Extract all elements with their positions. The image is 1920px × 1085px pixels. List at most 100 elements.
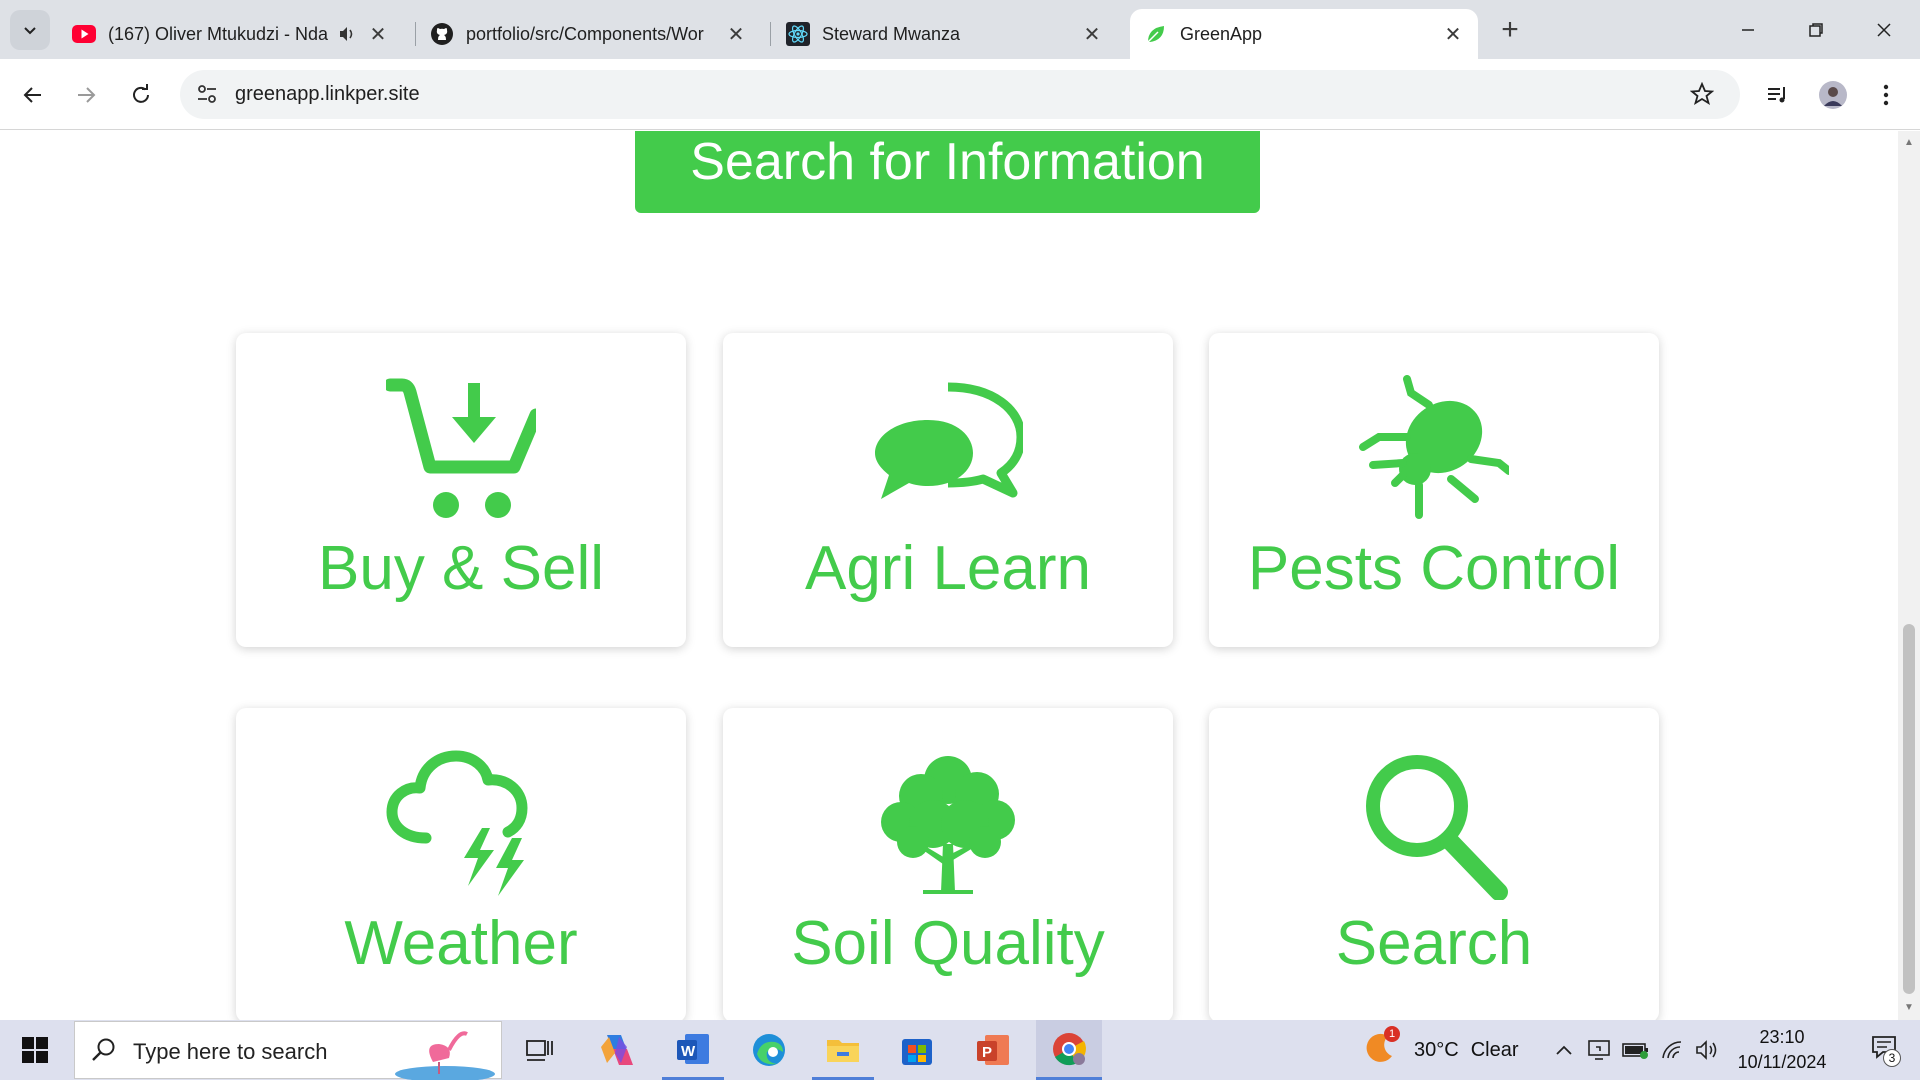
search-for-information-button[interactable]: Search for Information (635, 131, 1260, 213)
restore-button[interactable] (1782, 0, 1850, 59)
card-search[interactable]: Search (1209, 708, 1659, 1020)
tab-strip: (167) Oliver Mtukudzi - Nda ✕ portfolio/… (0, 0, 1920, 59)
display-settings-icon (1588, 1040, 1610, 1060)
tab-greenapp[interactable]: GreenApp ✕ (1130, 9, 1478, 59)
new-tab-button[interactable]: + (1492, 12, 1528, 48)
tab-search-button[interactable] (10, 10, 50, 50)
weather-condition: Clear (1470, 1038, 1519, 1061)
powerpoint-icon: P (977, 1035, 1009, 1065)
card-label: Weather (344, 909, 578, 978)
tree-icon (873, 750, 1023, 900)
card-label: Soil Quality (791, 909, 1105, 978)
chrome-button[interactable] (1036, 1020, 1102, 1080)
address-bar[interactable]: greenapp.linkper.site (180, 70, 1740, 119)
tab-steward[interactable]: Steward Mwanza ✕ (772, 9, 1117, 59)
windows-logo-icon (22, 1037, 48, 1063)
bookmark-star-icon[interactable] (1689, 81, 1715, 111)
close-icon[interactable]: ✕ (1442, 23, 1464, 46)
storm-cloud-icon (386, 750, 536, 900)
clock[interactable]: 23:10 10/11/2024 (1728, 1020, 1836, 1080)
tab-github[interactable]: portfolio/src/Components/Wor ✕ (416, 9, 761, 59)
restore-icon (1809, 22, 1823, 37)
card-label: Buy & Sell (317, 534, 605, 603)
copilot-button[interactable] (586, 1020, 648, 1080)
word-button[interactable]: W (662, 1020, 724, 1080)
card-pests-control[interactable]: Pests Control (1209, 333, 1659, 647)
notification-count-badge: 3 (1883, 1049, 1901, 1067)
bug-icon (1359, 375, 1509, 525)
battery-charging-icon (1622, 1043, 1648, 1059)
tray-app-button[interactable] (1584, 1020, 1614, 1080)
scroll-up-icon[interactable]: ▲ (1903, 137, 1915, 149)
back-button[interactable] (13, 75, 53, 115)
powerpoint-button[interactable]: P (962, 1020, 1024, 1080)
card-buy-sell[interactable]: Buy & Sell (236, 333, 686, 647)
notification-center-button[interactable]: 3 (1856, 1020, 1916, 1080)
close-icon[interactable]: ✕ (1081, 23, 1103, 46)
forward-button[interactable] (66, 75, 106, 115)
cart-download-icon (386, 375, 536, 525)
reload-icon (133, 84, 149, 103)
url-text: greenapp.linkper.site (235, 83, 420, 105)
svg-text:P: P (982, 1044, 992, 1061)
show-hidden-icons-button[interactable] (1550, 1020, 1578, 1080)
tab-title: Steward Mwanza (822, 23, 961, 44)
wifi-icon (1662, 1041, 1682, 1059)
minimize-icon (1742, 28, 1754, 31)
card-soil-quality[interactable]: Soil Quality (723, 708, 1173, 1020)
copilot-icon (601, 1035, 633, 1065)
page-scrollbar[interactable]: ▲ ▼ (1898, 131, 1920, 1020)
youtube-icon (72, 22, 96, 46)
tab-title: portfolio/src/Components/Wor (466, 23, 704, 44)
task-view-button[interactable] (512, 1020, 568, 1080)
card-label: Pests Control (1247, 534, 1621, 603)
chat-bubbles-icon (873, 375, 1023, 525)
close-icon[interactable]: ✕ (367, 23, 389, 46)
flamingo-illustration-icon (393, 1024, 499, 1085)
folder-icon (827, 1039, 859, 1062)
svg-text:W: W (681, 1043, 696, 1060)
chevron-up-icon (1556, 1045, 1572, 1055)
more-vertical-icon (1883, 84, 1889, 106)
speaker-icon[interactable] (335, 22, 359, 46)
close-window-button[interactable] (1850, 0, 1918, 59)
store-icon (902, 1039, 932, 1065)
notification-icon: 3 (1871, 1035, 1901, 1067)
word-icon: W (677, 1033, 709, 1064)
battery-button[interactable] (1620, 1020, 1652, 1080)
moon-weather-icon: 1 (1362, 1026, 1402, 1070)
profile-button[interactable] (1813, 75, 1853, 115)
tab-youtube[interactable]: (167) Oliver Mtukudzi - Nda ✕ (58, 9, 403, 59)
reload-button[interactable] (121, 75, 161, 115)
site-settings-icon[interactable] (196, 83, 218, 110)
card-weather[interactable]: Weather (236, 708, 686, 1020)
media-control-button[interactable] (1758, 75, 1798, 115)
taskbar-search-box[interactable]: Type here to search (74, 1021, 502, 1082)
arrow-right-icon (78, 87, 96, 103)
browser-menu-button[interactable] (1866, 75, 1906, 115)
minimize-button[interactable] (1714, 0, 1782, 59)
edge-icon (753, 1034, 785, 1066)
tab-title: GreenApp (1180, 23, 1263, 44)
start-button[interactable] (0, 1020, 70, 1080)
close-icon[interactable]: ✕ (725, 23, 747, 46)
chrome-icon (1053, 1032, 1086, 1065)
chevron-down-icon (24, 27, 36, 35)
file-explorer-button[interactable] (812, 1020, 874, 1080)
card-agri-learn[interactable]: Agri Learn (723, 333, 1173, 647)
scroll-down-icon[interactable]: ▼ (1903, 1002, 1915, 1014)
arrow-left-icon (23, 87, 41, 103)
card-label: Search (1335, 909, 1533, 978)
tab-title: (167) Oliver Mtukudzi - Nda (108, 23, 329, 44)
github-icon (430, 22, 454, 46)
microsoft-store-button[interactable] (886, 1020, 948, 1080)
scrollbar-thumb[interactable] (1903, 624, 1915, 994)
volume-button[interactable] (1692, 1020, 1722, 1080)
network-button[interactable] (1658, 1020, 1688, 1080)
windows-taskbar: Type here to search W P 1 30°C Clear 23:… (0, 1020, 1920, 1082)
search-placeholder: Type here to search (133, 1039, 328, 1064)
edge-button[interactable] (738, 1020, 800, 1080)
clock-date: 10/11/2024 (1737, 1052, 1827, 1072)
clock-time: 23:10 (1759, 1027, 1805, 1047)
weather-widget[interactable]: 1 30°C Clear (1362, 1020, 1542, 1080)
